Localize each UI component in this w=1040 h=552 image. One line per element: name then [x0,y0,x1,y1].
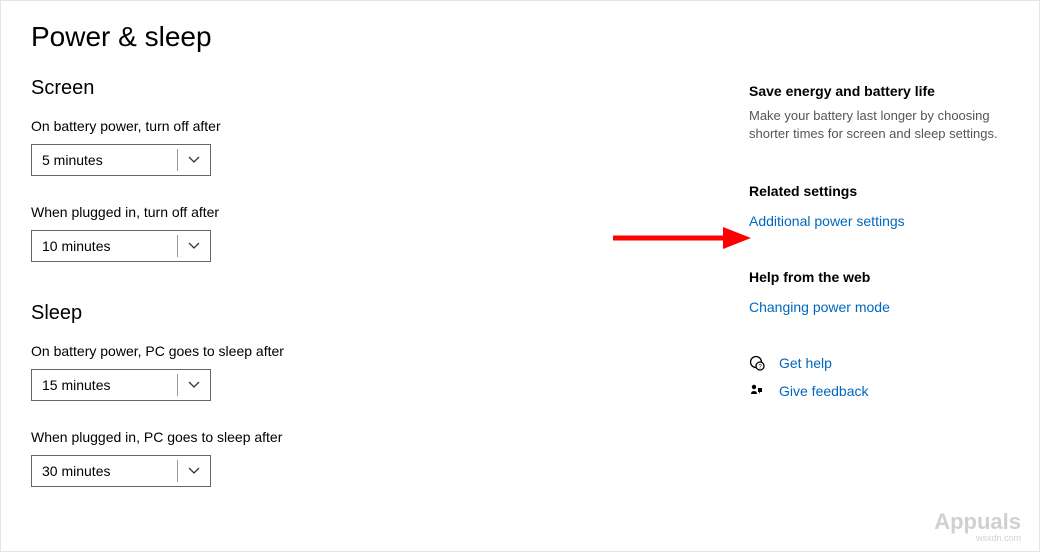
screen-battery-select[interactable]: 5 minutes [31,144,211,176]
additional-power-settings-link[interactable]: Additional power settings [749,213,1009,229]
select-divider [177,460,178,482]
save-energy-text: Make your battery last longer by choosin… [749,107,1009,143]
chevron-down-icon [188,379,200,391]
select-divider [177,235,178,257]
help-from-web-heading: Help from the web [749,269,1009,285]
screen-plugged-value: 10 minutes [42,238,110,254]
related-settings-heading: Related settings [749,183,1009,199]
select-divider [177,149,178,171]
sidebar: Save energy and battery life Make your b… [749,77,1009,487]
watermark-domain: wsxdn.com [976,533,1021,543]
sleep-heading: Sleep [31,302,709,325]
sleep-battery-select[interactable]: 15 minutes [31,369,211,401]
sleep-battery-value: 15 minutes [42,377,110,393]
chevron-down-icon [188,240,200,252]
main-content: Screen On battery power, turn off after … [31,77,749,487]
sleep-plugged-value: 30 minutes [42,463,110,479]
watermark-logo: Appuals [934,509,1021,535]
chevron-down-icon [188,154,200,166]
sleep-plugged-select[interactable]: 30 minutes [31,455,211,487]
get-help-icon: ? [749,355,765,371]
sleep-plugged-label: When plugged in, PC goes to sleep after [31,429,709,445]
screen-plugged-label: When plugged in, turn off after [31,204,709,220]
give-feedback-link[interactable]: Give feedback [779,383,869,399]
changing-power-mode-link[interactable]: Changing power mode [749,299,1009,315]
page-title: Power & sleep [31,21,1009,53]
select-divider [177,374,178,396]
sleep-battery-label: On battery power, PC goes to sleep after [31,343,709,359]
get-help-link[interactable]: Get help [779,355,832,371]
screen-battery-label: On battery power, turn off after [31,118,709,134]
give-feedback-icon [749,383,765,399]
screen-battery-value: 5 minutes [42,152,103,168]
watermark: Appuals wsxdn.com [934,509,1021,543]
screen-plugged-select[interactable]: 10 minutes [31,230,211,262]
screen-heading: Screen [31,77,709,100]
chevron-down-icon [188,465,200,477]
save-energy-heading: Save energy and battery life [749,83,1009,99]
